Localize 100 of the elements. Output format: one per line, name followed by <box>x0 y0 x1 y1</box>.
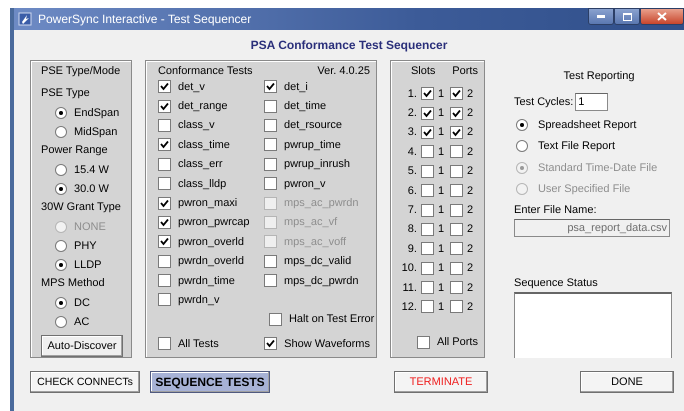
port-number: 2 <box>466 146 474 158</box>
port-number: 2 <box>466 165 474 178</box>
slot-number: 5. <box>406 165 417 178</box>
checkbox[interactable] <box>264 254 277 268</box>
port-number: 2 <box>466 242 474 255</box>
checkbox[interactable] <box>420 145 434 158</box>
checkbox[interactable] <box>420 184 434 198</box>
checkbox[interactable] <box>450 262 463 275</box>
checkbox[interactable] <box>450 106 463 120</box>
file-name-field[interactable]: psa_report_data.csv <box>514 219 670 237</box>
radio-label: Standard Time-Date File <box>538 162 658 174</box>
radio-button[interactable] <box>55 106 67 118</box>
checkbox[interactable] <box>264 138 277 152</box>
checkbox[interactable] <box>450 300 463 314</box>
test-label: det_i <box>284 80 308 93</box>
slot-number: 11. <box>401 282 417 294</box>
action-button[interactable]: TERMINATE <box>394 371 488 393</box>
checkbox-label: Halt on Test Error <box>288 313 374 326</box>
test-label: mps_dc_valid <box>284 255 352 268</box>
radio-button[interactable] <box>55 258 67 270</box>
radio-button[interactable] <box>55 316 67 328</box>
action-button[interactable]: DONE <box>580 371 674 393</box>
test-cycles-field[interactable]: 1 <box>575 93 608 111</box>
checkbox[interactable] <box>450 87 463 100</box>
test-label: pwrdn_overld <box>178 255 244 268</box>
checkbox[interactable] <box>450 222 463 236</box>
section-title: Test Reporting <box>562 70 636 84</box>
checkbox[interactable] <box>158 235 171 248</box>
checkbox[interactable] <box>420 106 434 120</box>
action-button[interactable]: CHECK CONNECTs <box>30 371 140 393</box>
auto-discover-button[interactable]: Auto-Discover <box>41 335 123 357</box>
checkbox[interactable] <box>420 204 434 217</box>
port-number: 2 <box>466 282 474 294</box>
radio-button[interactable] <box>55 126 67 138</box>
port-number: 1 <box>438 184 446 197</box>
test-label: pwrup_inrush <box>284 158 350 170</box>
checkbox[interactable] <box>158 216 171 229</box>
checkbox[interactable] <box>450 126 463 139</box>
maximize-button[interactable] <box>614 8 640 25</box>
checkbox[interactable] <box>264 274 277 288</box>
checkbox[interactable] <box>158 158 171 171</box>
checkbox[interactable] <box>420 262 434 275</box>
minimize-icon <box>597 15 605 18</box>
checkbox[interactable] <box>158 177 171 190</box>
test-label: class_time <box>178 138 230 151</box>
checkbox[interactable] <box>264 100 277 113</box>
checkbox[interactable] <box>264 80 277 94</box>
checkbox[interactable] <box>158 196 171 210</box>
radio-button[interactable] <box>516 140 528 152</box>
minimize-button[interactable] <box>588 8 614 25</box>
checkbox[interactable] <box>158 274 171 288</box>
checkbox[interactable] <box>158 293 171 306</box>
checkbox[interactable] <box>158 138 171 152</box>
action-button[interactable]: SEQUENCE TESTS <box>150 371 270 393</box>
checkbox[interactable] <box>264 158 277 171</box>
close-button[interactable] <box>640 8 684 25</box>
checkbox[interactable] <box>450 281 463 294</box>
checkbox[interactable] <box>264 177 277 190</box>
checkbox[interactable] <box>264 118 277 132</box>
checkbox[interactable] <box>450 242 463 256</box>
checkbox[interactable] <box>420 126 434 139</box>
checkbox[interactable] <box>450 164 463 178</box>
port-number: 1 <box>438 88 446 100</box>
port-number: 1 <box>438 242 446 255</box>
test-label: mps_ac_pwrdn <box>284 197 359 210</box>
radio-button[interactable] <box>516 118 528 131</box>
checkbox[interactable] <box>420 242 434 256</box>
radio-button[interactable] <box>55 164 67 176</box>
radio-button[interactable] <box>55 182 67 194</box>
checkbox[interactable] <box>450 184 463 198</box>
checkbox[interactable] <box>264 337 278 350</box>
port-number: 1 <box>438 146 446 158</box>
test-label: mps_dc_pwrdn <box>284 274 359 287</box>
checkbox[interactable] <box>420 87 434 100</box>
checkbox[interactable] <box>417 336 430 349</box>
checkbox[interactable] <box>450 145 463 158</box>
test-label: class_lldp <box>178 178 226 190</box>
test-label: class_v <box>178 119 215 132</box>
radio-label: AC <box>74 316 90 328</box>
checkbox[interactable] <box>158 80 171 94</box>
checkbox[interactable] <box>268 312 282 326</box>
checkbox[interactable] <box>158 254 171 268</box>
checkbox[interactable] <box>158 118 171 132</box>
checkbox[interactable] <box>420 300 434 314</box>
port-number: 2 <box>466 223 474 236</box>
radio-label: DC <box>74 296 90 308</box>
checkbox[interactable] <box>158 100 171 113</box>
checkbox[interactable] <box>450 204 463 217</box>
checkbox[interactable] <box>420 281 434 294</box>
checkbox[interactable] <box>420 164 434 178</box>
port-number: 1 <box>438 126 446 138</box>
group-label: MPS Method <box>41 276 106 291</box>
checkbox-label: All Ports <box>437 336 478 348</box>
test-label: mps_ac_voff <box>284 236 346 248</box>
checkbox[interactable] <box>420 222 434 236</box>
radio-button[interactable] <box>55 296 67 308</box>
slot-number: 2. <box>406 107 417 120</box>
dialog-heading: PSA Conformance Test Sequencer <box>250 37 448 54</box>
checkbox[interactable] <box>158 337 171 350</box>
radio-button[interactable] <box>55 240 67 252</box>
